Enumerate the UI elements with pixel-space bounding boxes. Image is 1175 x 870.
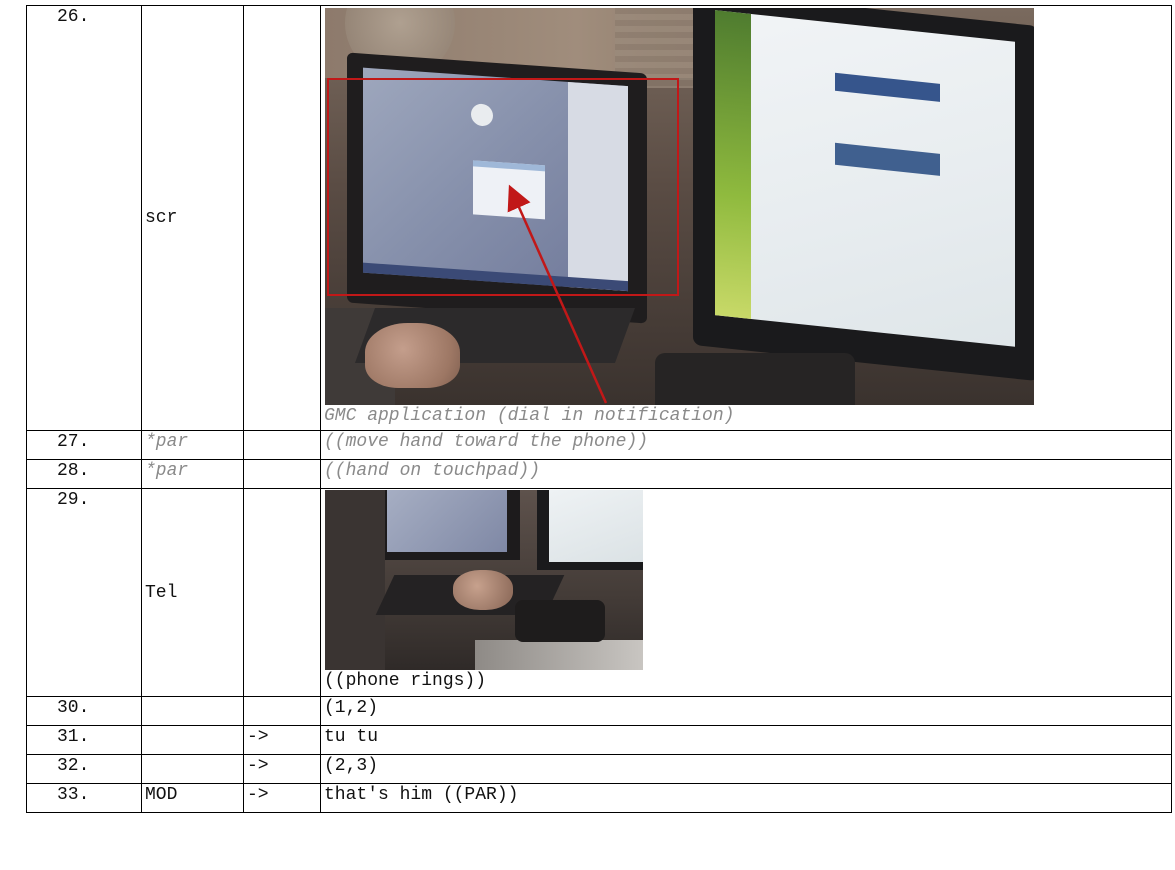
utterance-text: (1,2) <box>320 696 1172 726</box>
utterance-text: ((move hand toward the phone)) <box>320 430 1172 460</box>
transcript-row: 31. -> tu tu <box>26 725 1172 755</box>
utterance-text: ((phone rings)) <box>324 671 487 691</box>
arrow-marker: -> <box>243 725 321 755</box>
arrow-marker <box>243 696 321 726</box>
transcript-row: 27. *par ((move hand toward the phone)) <box>26 430 1172 460</box>
transcript-row: 26. scr GMC application (dial in notific… <box>26 5 1172 431</box>
image-caption: GMC application (dial in notification) <box>324 406 735 426</box>
utterance-text: tu tu <box>320 725 1172 755</box>
utterance-text: (2,3) <box>320 754 1172 784</box>
laptop-screen <box>387 490 507 552</box>
arrow-marker: -> <box>243 783 321 813</box>
user-arm <box>325 490 385 670</box>
arrow-marker: -> <box>243 754 321 784</box>
transcript-table: 26. scr GMC application (dial in notific… <box>26 5 1172 813</box>
speaker-label <box>141 696 244 726</box>
speaker-label: Tel <box>141 488 244 697</box>
desk-papers <box>475 640 643 670</box>
arrow-marker <box>243 459 321 489</box>
line-number: 31. <box>26 725 142 755</box>
arrow-marker <box>243 430 321 460</box>
transcript-row: 33. MOD -> that's him ((PAR)) <box>26 783 1172 813</box>
external-monitor <box>537 490 643 570</box>
phone-photo <box>325 490 643 670</box>
arrow-line <box>507 184 608 404</box>
user-hand <box>453 570 513 610</box>
laptop <box>375 490 520 560</box>
desk-phone <box>515 600 605 642</box>
utterance-cell: GMC application (dial in notification) <box>320 5 1172 431</box>
monitor-screen <box>549 490 643 562</box>
workstation-photo <box>325 8 1034 405</box>
annotation-arrow <box>507 184 608 404</box>
line-number: 26. <box>26 5 142 431</box>
utterance-text: that's him ((PAR)) <box>320 783 1172 813</box>
utterance-text: ((hand on touchpad)) <box>320 459 1172 489</box>
arrow-marker <box>243 5 321 431</box>
transcript-row: 30. (1,2) <box>26 696 1172 726</box>
speaker-label: *par <box>141 430 244 460</box>
speaker-label: scr <box>141 5 244 431</box>
speaker-label <box>141 725 244 755</box>
arrow-marker <box>243 488 321 697</box>
line-number: 33. <box>26 783 142 813</box>
utterance-cell: ((phone rings)) <box>320 488 1172 697</box>
speaker-label <box>141 754 244 784</box>
transcript-row: 29. Tel ((phone rings)) <box>26 488 1172 697</box>
speaker-label: *par <box>141 459 244 489</box>
line-number: 32. <box>26 754 142 784</box>
speaker-label: MOD <box>141 783 244 813</box>
line-number: 29. <box>26 488 142 697</box>
line-number: 30. <box>26 696 142 726</box>
transcript-page: 26. scr GMC application (dial in notific… <box>0 0 1175 870</box>
transcript-row: 32. -> (2,3) <box>26 754 1172 784</box>
line-number: 27. <box>26 430 142 460</box>
line-number: 28. <box>26 459 142 489</box>
transcript-row: 28. *par ((hand on touchpad)) <box>26 459 1172 489</box>
